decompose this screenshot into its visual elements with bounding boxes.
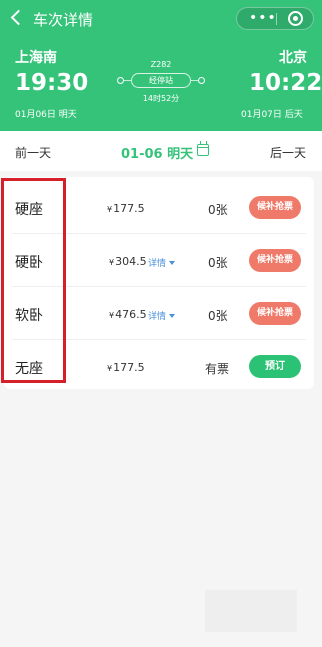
seat-price: ¥476.5: [109, 308, 147, 321]
depart-time: 19:30: [15, 70, 89, 96]
seat-price: ¥304.5: [109, 255, 147, 268]
ticket-count: 0张: [208, 203, 228, 217]
date-selector-bar: 前一天 01-06 明天 后一天: [0, 131, 322, 171]
seat-price: ¥177.5: [107, 202, 145, 215]
price-value: 177.5: [113, 202, 145, 215]
waitlist-button[interactable]: 候补抢票: [249, 302, 301, 325]
detail-label: 详情: [148, 259, 167, 269]
more-icon[interactable]: •••: [249, 10, 277, 26]
watermark-area: [205, 590, 297, 632]
red-highlight-box: [1, 178, 66, 383]
target-icon[interactable]: [288, 11, 303, 26]
currency-symbol: ¥: [109, 311, 115, 320]
train-number: Z282: [150, 60, 172, 69]
back-arrow-icon[interactable]: [10, 9, 26, 27]
detail-link[interactable]: 详情: [148, 309, 176, 322]
dropdown-triangle-icon: [169, 314, 176, 318]
page-title: 车次详情: [33, 11, 94, 29]
top-nav-bar: 车次详情 •••: [0, 0, 322, 36]
currency-symbol: ¥: [107, 205, 113, 214]
book-button[interactable]: 预订: [249, 355, 301, 378]
seat-price: ¥177.5: [107, 361, 145, 374]
current-date[interactable]: 01-06 明天: [121, 143, 193, 162]
detail-link[interactable]: 详情: [148, 256, 176, 269]
arrive-date: 01月07日 后天: [241, 110, 303, 120]
detail-label: 详情: [148, 312, 167, 322]
ticket-count: 0张: [208, 256, 228, 270]
waitlist-button[interactable]: 候补抢票: [249, 196, 301, 219]
train-header: 车次详情 ••• 上海南 北京 19:30 10:22 01月06日 明天 01…: [0, 0, 322, 131]
route-start-dot: [117, 77, 124, 84]
calendar-icon[interactable]: [197, 141, 209, 156]
next-day-button[interactable]: 后一天: [270, 144, 306, 161]
currency-symbol: ¥: [107, 364, 113, 373]
prev-day-button[interactable]: 前一天: [15, 144, 51, 161]
waitlist-button[interactable]: 候补抢票: [249, 249, 301, 272]
price-value: 177.5: [113, 361, 145, 374]
currency-symbol: ¥: [109, 258, 115, 267]
from-station: 上海南: [15, 50, 57, 66]
to-station: 北京: [279, 50, 307, 66]
route-end-dot: [198, 77, 205, 84]
dropdown-triangle-icon: [169, 261, 176, 265]
capsule-divider: [276, 13, 277, 25]
stops-button[interactable]: 经停站: [131, 73, 191, 88]
ticket-count: 0张: [208, 309, 228, 323]
price-value: 304.5: [115, 255, 147, 268]
depart-date: 01月06日 明天: [15, 110, 77, 120]
arrive-time: 10:22: [249, 70, 322, 96]
trip-duration: 14时52分: [142, 94, 180, 103]
price-value: 476.5: [115, 308, 147, 321]
mini-program-capsule: •••: [236, 7, 314, 30]
ticket-count: 有票: [205, 362, 230, 376]
